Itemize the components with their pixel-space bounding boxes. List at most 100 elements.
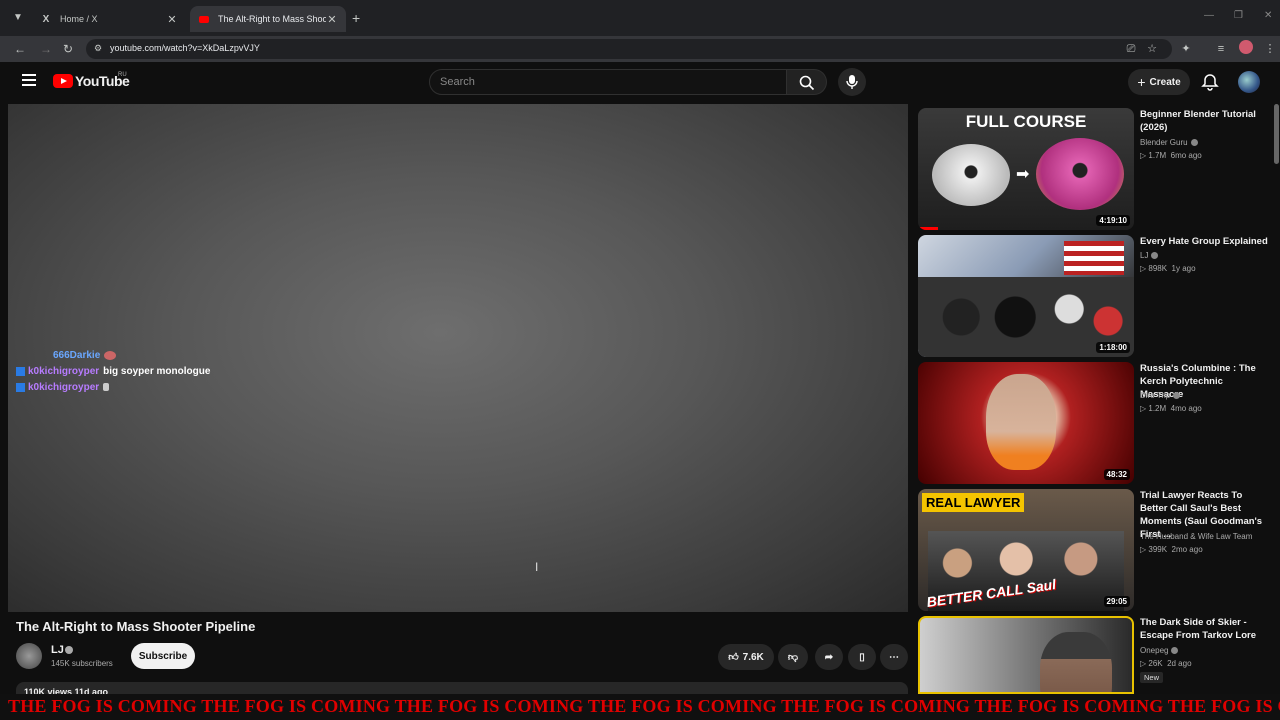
- search-box: [429, 69, 787, 95]
- recommended-video[interactable]: 1:18:00 Every Hate Group Explained LJ ▷ …: [918, 235, 1268, 357]
- channel-name[interactable]: LJ: [51, 644, 64, 656]
- recommended-title[interactable]: The Dark Side of Skier - Escape From Tar…: [1140, 616, 1268, 642]
- subscriber-count: 145K subscribers: [51, 659, 113, 668]
- share-button[interactable]: ➦: [815, 644, 843, 670]
- media-controls-icon[interactable]: ≡: [1213, 41, 1229, 57]
- recommended-channel[interactable]: LJ: [1140, 251, 1159, 260]
- video-thumbnail[interactable]: 48:32: [918, 362, 1134, 484]
- recommended-channel[interactable]: Onepeg: [1140, 646, 1179, 655]
- chat-overlay: 666Darkie k0kichigroyper big soyper mono…: [16, 347, 210, 395]
- verified-icon: [65, 646, 73, 654]
- share-arrow-icon: ➦: [824, 651, 834, 663]
- verified-icon: [1171, 647, 1179, 655]
- chat-text: big soyper monologue: [103, 365, 211, 377]
- recommended-video[interactable]: REAL LAWYER BETTER CALL Saul 29:05 Trial…: [918, 489, 1268, 611]
- like-button[interactable]: 👍︎ 7.6K: [718, 644, 774, 670]
- subscribe-button[interactable]: Subscribe: [131, 643, 195, 669]
- address-bar-row: ← → ↻ ⚙ youtube.com/watch?v=XkDaLzpvVJY …: [0, 36, 1280, 62]
- thumbnail-text: REAL LAWYER: [922, 493, 1025, 512]
- recommended-channel[interactable]: The Husband & Wife Law Team: [1140, 532, 1252, 541]
- thumbnail-art: [1036, 138, 1124, 210]
- back-arrow-icon[interactable]: ←: [12, 41, 28, 57]
- reload-icon[interactable]: ↻: [60, 41, 76, 57]
- recommended-video[interactable]: The Dark Side of Skier - Escape From Tar…: [918, 616, 1268, 694]
- watch-progress-bar: [918, 227, 938, 230]
- duration-badge: 4:19:10: [1096, 215, 1130, 226]
- notifications-bell-icon[interactable]: [1200, 72, 1220, 92]
- verified-icon: [1173, 392, 1181, 400]
- youtube-play-icon: [53, 74, 73, 88]
- url-text: youtube.com/watch?v=XkDaLzpvVJY: [110, 43, 260, 53]
- forward-arrow-icon[interactable]: →: [38, 41, 54, 57]
- page-scrollbar[interactable]: [1274, 104, 1279, 164]
- chat-message: 666Darkie: [16, 347, 210, 363]
- close-icon[interactable]: ✕: [166, 13, 178, 26]
- browser-menu-icon[interactable]: ⋮: [1262, 41, 1278, 57]
- save-button[interactable]: ▯: [848, 644, 876, 670]
- extensions-icon[interactable]: ✦: [1178, 41, 1194, 57]
- video-thumbnail[interactable]: [918, 616, 1134, 694]
- recommended-channel[interactable]: Dire Trip: [1140, 391, 1181, 400]
- account-avatar[interactable]: [1238, 71, 1260, 93]
- recommended-meta: ▷ 26K 2d ago: [1140, 659, 1192, 668]
- search-input[interactable]: [440, 76, 770, 88]
- browser-profile-avatar[interactable]: [1239, 40, 1253, 54]
- browser-tab-bar: ▼ X Home / X ✕ The Alt-Right to Mass Sho…: [0, 0, 1280, 36]
- tab-search-chevron-icon[interactable]: ▼: [10, 10, 26, 26]
- restore-icon[interactable]: ❐: [1234, 10, 1243, 21]
- channel-avatar[interactable]: [16, 643, 42, 669]
- more-actions-button[interactable]: ⋯: [880, 644, 908, 670]
- region-code: RU: [118, 72, 127, 78]
- recommended-video[interactable]: 48:32 Russia's Columbine : The Kerch Pol…: [918, 362, 1268, 484]
- chat-username: 666Darkie: [53, 349, 101, 361]
- thumbnail-art: [1040, 632, 1112, 692]
- create-button[interactable]: + Create: [1128, 69, 1190, 95]
- verified-icon: [1190, 139, 1198, 147]
- tab-home-x[interactable]: X Home / X ✕: [32, 6, 186, 32]
- duration-badge: 29:05: [1103, 596, 1130, 607]
- recommended-title[interactable]: Every Hate Group Explained: [1140, 235, 1268, 248]
- chat-username: k0kichigroyper: [28, 381, 100, 393]
- site-info-icon[interactable]: ⚙: [92, 43, 104, 55]
- url-bar[interactable]: ⚙ youtube.com/watch?v=XkDaLzpvVJY: [86, 39, 1172, 59]
- new-badge: New: [1140, 672, 1164, 683]
- recommended-channel[interactable]: Blender Guru: [1140, 138, 1198, 147]
- video-thumbnail[interactable]: 1:18:00: [918, 235, 1134, 357]
- plus-icon: +: [1137, 74, 1146, 90]
- chat-badge-icon: [16, 366, 25, 376]
- marquee-text: THE FOG IS COMING THE FOG IS COMING THE …: [8, 696, 1280, 716]
- minimize-icon[interactable]: —: [1204, 10, 1214, 21]
- video-thumbnail[interactable]: FULL COURSE ➡ 4:19:10: [918, 108, 1134, 230]
- chat-username: k0kichigroyper: [28, 365, 100, 377]
- emote-icon: [103, 383, 110, 391]
- close-icon[interactable]: ✕: [326, 13, 338, 26]
- voice-search-button[interactable]: [838, 68, 866, 96]
- recommended-title[interactable]: Beginner Blender Tutorial (2026): [1140, 108, 1268, 134]
- video-thumbnail[interactable]: REAL LAWYER BETTER CALL Saul 29:05: [918, 489, 1134, 611]
- new-tab-plus-icon[interactable]: +: [352, 10, 360, 26]
- youtube-icon: [198, 13, 210, 25]
- x-logo-icon: X: [42, 13, 50, 25]
- window-close-icon[interactable]: ✕: [1264, 10, 1272, 21]
- tab-youtube-video[interactable]: The Alt-Right to Mass Shooter Pipeline ✕: [190, 6, 346, 32]
- bookmark-star-icon[interactable]: ☆: [1144, 41, 1160, 57]
- recommended-meta: ▷ 1.7M 6mo ago: [1140, 151, 1202, 160]
- arrow-icon: ➡: [1016, 166, 1030, 183]
- bookmark-icon: ▯: [859, 651, 865, 663]
- youtube-header: YouTube RU + Create: [0, 62, 1280, 102]
- hamburger-menu-icon[interactable]: [22, 74, 36, 86]
- verified-icon: [1151, 252, 1159, 260]
- dislike-button[interactable]: 👎︎: [778, 644, 808, 670]
- recommended-video[interactable]: FULL COURSE ➡ 4:19:10 Beginner Blender T…: [918, 108, 1268, 230]
- microphone-icon: [846, 75, 858, 89]
- search-button[interactable]: [787, 69, 827, 95]
- thumbnail-text: FULL COURSE: [965, 112, 1087, 131]
- thumbs-up-icon: 👍︎: [728, 652, 739, 663]
- emote-icon: [104, 350, 117, 360]
- cast-icon[interactable]: ⎚: [1123, 41, 1139, 57]
- tab-title: Home / X: [60, 14, 98, 24]
- chat-message: k0kichigroyper big soyper monologue: [16, 363, 210, 379]
- tab-title: The Alt-Right to Mass Shooter Pipeline: [218, 14, 326, 24]
- more-dots-icon: ⋯: [889, 651, 899, 663]
- recommended-meta: ▷ 1.2M 4mo ago: [1140, 404, 1202, 413]
